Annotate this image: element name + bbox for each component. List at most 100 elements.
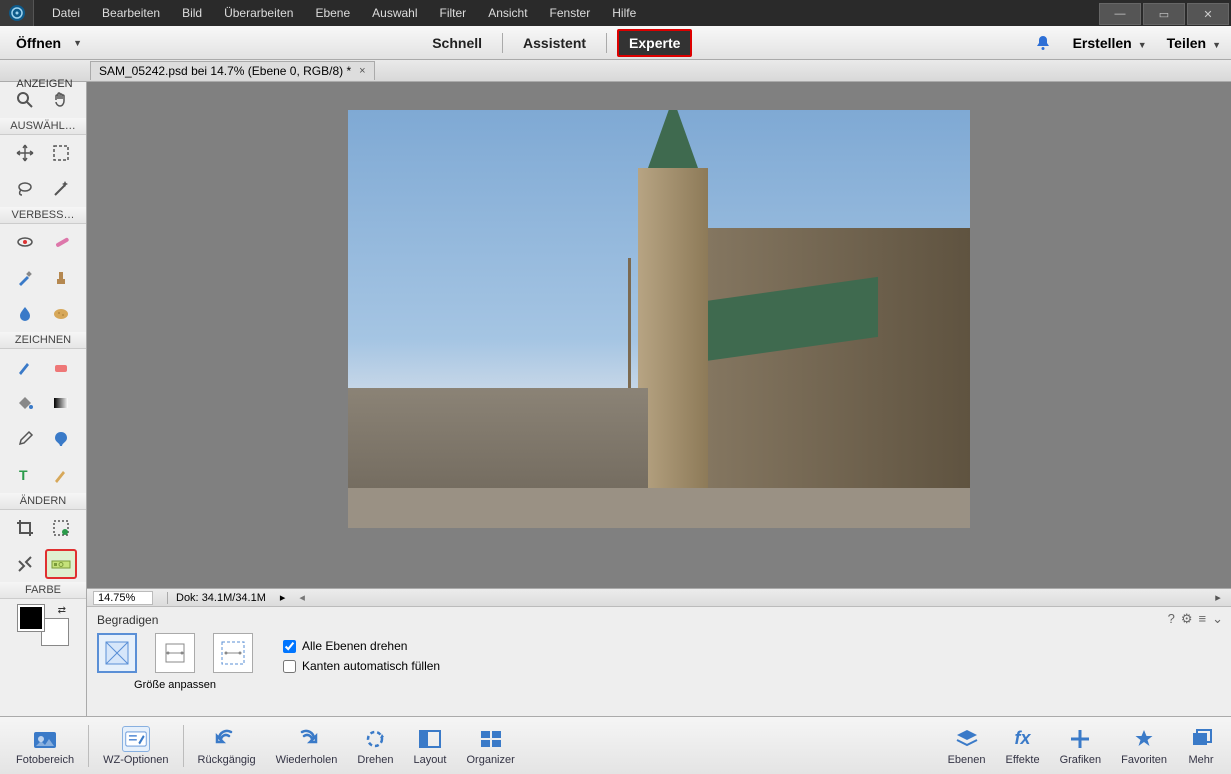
menu-auswahl[interactable]: Auswahl [362, 2, 427, 24]
grafiken-button[interactable]: Grafiken [1050, 726, 1112, 766]
foreground-color-swatch[interactable] [18, 605, 44, 631]
menu-filter[interactable]: Filter [430, 2, 477, 24]
panel-menu-icon[interactable]: ≡ [1199, 611, 1207, 627]
organizer-icon [477, 726, 505, 752]
menu-bild[interactable]: Bild [172, 2, 212, 24]
spot-healing-tool[interactable] [45, 227, 77, 257]
open-button[interactable]: Öffnen [10, 31, 67, 55]
bottom-bar: Fotobereich WZ-Optionen Rückgängig Wiede… [0, 716, 1231, 774]
mode-bar: Öffnen ▼ Schnell Assistent Experte Erste… [0, 26, 1231, 60]
background-color-swatch[interactable] [42, 619, 68, 645]
wz-optionen-button[interactable]: WZ-Optionen [93, 726, 178, 766]
open-dropdown-icon[interactable]: ▼ [73, 38, 82, 48]
favorites-icon [1130, 726, 1158, 752]
svg-text:T: T [19, 467, 28, 483]
canvas-viewport[interactable] [87, 82, 1231, 588]
content-aware-move-tool[interactable] [9, 549, 41, 579]
minimize-button[interactable]: — [1099, 3, 1141, 25]
straighten-option-original[interactable] [213, 633, 253, 673]
toolbox: AUSWÄHL… VERBESS… ZEICHNEN [0, 82, 87, 716]
rotate-button[interactable]: Drehen [347, 726, 403, 766]
mode-switcher: Schnell Assistent Experte [422, 29, 692, 57]
window-controls: — ▭ ✕ [1099, 1, 1231, 25]
help-icon[interactable]: ? [1168, 611, 1175, 627]
share-button[interactable]: Teilen▼ [1167, 35, 1221, 51]
clone-stamp-tool[interactable] [45, 263, 77, 293]
undo-button[interactable]: Rückgängig [188, 726, 266, 766]
gradient-tool[interactable] [45, 388, 77, 418]
separator [502, 33, 503, 53]
magic-wand-tool[interactable] [45, 174, 77, 204]
organizer-button[interactable]: Organizer [456, 726, 524, 766]
info-flyout-icon[interactable]: ▸ [280, 591, 286, 604]
menu-bearbeiten[interactable]: Bearbeiten [92, 2, 170, 24]
menu-hilfe[interactable]: Hilfe [602, 2, 646, 24]
close-tab-icon[interactable]: × [359, 65, 365, 77]
maximize-button[interactable]: ▭ [1143, 3, 1185, 25]
layers-icon [953, 726, 981, 752]
eraser-tool[interactable] [45, 352, 77, 382]
mehr-button[interactable]: Mehr [1177, 726, 1225, 766]
paint-bucket-tool[interactable] [9, 388, 41, 418]
redo-button[interactable]: Wiederholen [266, 726, 348, 766]
reset-icon[interactable]: ⚙ [1181, 611, 1193, 627]
layout-icon [416, 726, 444, 752]
rotate-icon [361, 726, 389, 752]
effects-icon: fx [1009, 726, 1037, 752]
canvas-area: 14.75% Dok: 34.1M/34.1M ▸ ◂ ▸ ? ⚙ ≡ ⌄ Be… [87, 82, 1231, 716]
pencil-tool[interactable] [45, 460, 77, 490]
effekte-button[interactable]: fx Effekte [996, 726, 1050, 766]
color-swatches[interactable]: ⇄ [18, 605, 68, 645]
blur-tool[interactable] [9, 299, 41, 329]
title-bar: Datei Bearbeiten Bild Überarbeiten Ebene… [0, 0, 1231, 26]
canvas-status-bar: 14.75% Dok: 34.1M/34.1M ▸ ◂ ▸ [87, 588, 1231, 606]
document-image [348, 110, 970, 528]
graphics-icon [1066, 726, 1094, 752]
type-tool[interactable]: T [9, 460, 41, 490]
move-tool[interactable] [9, 138, 41, 168]
menu-datei[interactable]: Datei [42, 2, 90, 24]
more-icon [1187, 726, 1215, 752]
create-button[interactable]: Erstellen▼ [1073, 35, 1147, 51]
layout-button[interactable]: Layout [403, 726, 456, 766]
menu-ebene[interactable]: Ebene [305, 2, 360, 24]
smart-brush-tool[interactable] [9, 263, 41, 293]
swap-colors-icon[interactable]: ⇄ [58, 605, 66, 616]
checkbox-auto-fill[interactable]: Kanten automatisch füllen [283, 659, 440, 673]
redo-icon [292, 726, 320, 752]
undo-icon [213, 726, 241, 752]
lasso-tool[interactable] [9, 174, 41, 204]
crop-tool[interactable] [9, 513, 41, 543]
marquee-tool[interactable] [45, 138, 77, 168]
ebenen-button[interactable]: Ebenen [938, 726, 996, 766]
main-menu: Datei Bearbeiten Bild Überarbeiten Ebene… [34, 2, 646, 24]
mode-schnell[interactable]: Schnell [422, 31, 492, 55]
shape-tool[interactable] [45, 424, 77, 454]
checkbox-all-layers[interactable]: Alle Ebenen drehen [283, 639, 440, 653]
collapse-panel-icon[interactable]: ⌄ [1212, 611, 1223, 627]
brush-tool[interactable] [9, 352, 41, 382]
menu-fenster[interactable]: Fenster [540, 2, 601, 24]
close-button[interactable]: ✕ [1187, 3, 1229, 25]
zoom-field[interactable]: 14.75% [93, 591, 153, 605]
straighten-option-crop[interactable] [155, 633, 195, 673]
menu-ansicht[interactable]: Ansicht [478, 2, 537, 24]
hscroll-right-icon[interactable]: ▸ [1211, 591, 1225, 604]
straighten-option-grow[interactable] [97, 633, 137, 673]
document-size: Dok: 34.1M/34.1M [167, 592, 266, 604]
eyedropper-tool[interactable] [9, 424, 41, 454]
redeye-tool[interactable] [9, 227, 41, 257]
document-tab[interactable]: SAM_05242.psd bei 14.7% (Ebene 0, RGB/8)… [90, 61, 375, 80]
notification-bell-icon[interactable] [1033, 33, 1053, 53]
sponge-tool[interactable] [45, 299, 77, 329]
menu-ueberarbeiten[interactable]: Überarbeiten [214, 2, 303, 24]
straighten-tool[interactable] [45, 549, 77, 579]
fotobereich-button[interactable]: Fotobereich [6, 726, 84, 766]
mode-experte[interactable]: Experte [617, 29, 692, 57]
toolbox-header-select: AUSWÄHL… [0, 118, 86, 135]
favoriten-button[interactable]: Favoriten [1111, 726, 1177, 766]
toolbox-header-draw: ZEICHNEN [0, 332, 86, 349]
toolbox-header-view: ANZEIGEN [2, 78, 87, 90]
mode-assistent[interactable]: Assistent [513, 31, 596, 55]
recompose-tool[interactable] [45, 513, 77, 543]
